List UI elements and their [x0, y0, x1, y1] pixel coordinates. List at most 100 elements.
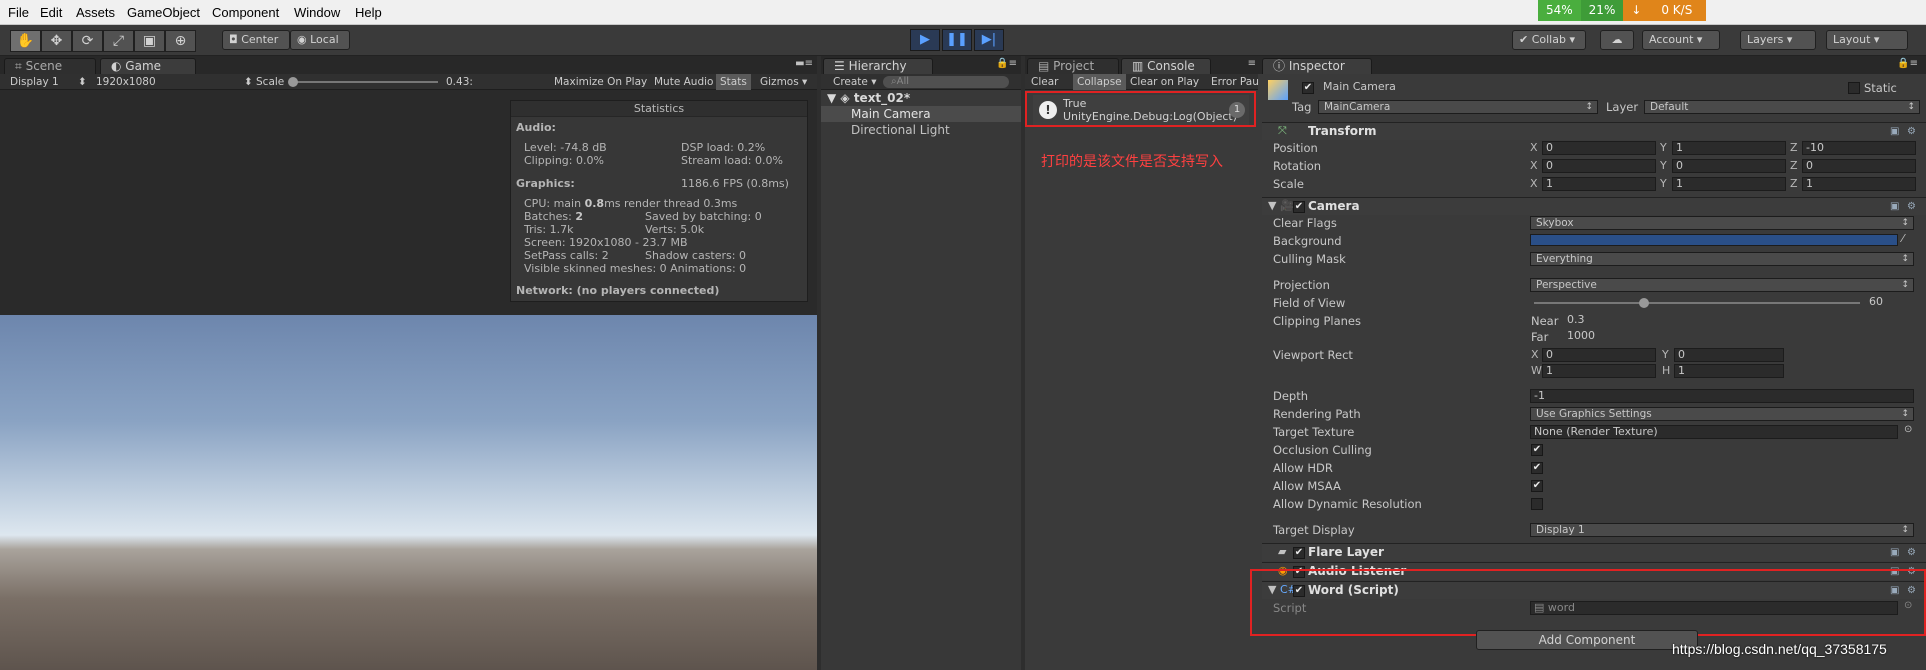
background-color-swatch[interactable]: [1530, 234, 1898, 246]
layers-button[interactable]: Layers ▾: [1740, 30, 1816, 50]
help-icon[interactable]: ▣: [1890, 547, 1901, 558]
hierarchy-item-directional-light[interactable]: Directional Light: [851, 123, 950, 137]
add-component-button[interactable]: Add Component: [1476, 630, 1698, 650]
pivot-center-button[interactable]: ◘ Center: [222, 30, 290, 50]
tab-game[interactable]: ◐ Game: [100, 58, 196, 74]
scale-z-input[interactable]: 1: [1802, 177, 1916, 191]
rotation-x-input[interactable]: 0: [1542, 159, 1656, 173]
far-input[interactable]: 1000: [1564, 330, 1914, 344]
game-viewport[interactable]: [0, 315, 817, 670]
scale-slider-handle[interactable]: [288, 77, 298, 87]
camera-enabled-checkbox[interactable]: ✔: [1293, 201, 1305, 213]
play-button[interactable]: ▶: [910, 29, 940, 51]
target-display-dropdown[interactable]: Display 1: [1530, 523, 1914, 537]
settings-gear-icon[interactable]: ⚙: [1907, 201, 1918, 212]
static-checkbox[interactable]: [1848, 82, 1860, 94]
menu-gameobject[interactable]: GameObject: [127, 5, 200, 20]
console-collapse-button[interactable]: Collapse: [1073, 74, 1126, 90]
panel-menu-icon[interactable]: ▬≡: [795, 58, 813, 69]
settings-gear-icon[interactable]: ⚙: [1907, 126, 1918, 137]
scale-icon[interactable]: ⤢: [103, 30, 134, 52]
viewport-y-input[interactable]: 0: [1674, 348, 1784, 362]
occlusion-culling-checkbox[interactable]: ✔: [1531, 444, 1543, 456]
gizmos-toggle[interactable]: Gizmos: [756, 74, 803, 90]
position-x-input[interactable]: 0: [1542, 141, 1656, 155]
scale-slider[interactable]: [288, 77, 438, 87]
allow-msaa-checkbox[interactable]: ✔: [1531, 480, 1543, 492]
scale-x-input[interactable]: 1: [1542, 177, 1656, 191]
gizmos-arrow-icon[interactable]: ▾: [798, 74, 811, 90]
create-button[interactable]: Create ▾: [829, 74, 881, 90]
menu-assets[interactable]: Assets: [76, 5, 115, 20]
position-y-input[interactable]: 1: [1672, 141, 1786, 155]
scene-root[interactable]: ▼ ◈ text_02*: [827, 91, 910, 105]
allow-hdr-checkbox[interactable]: ✔: [1531, 462, 1543, 474]
step-button[interactable]: ▶|: [974, 29, 1004, 51]
object-picker-icon[interactable]: ⊙: [1904, 424, 1912, 435]
console-clear-button[interactable]: Clear: [1027, 74, 1062, 90]
mute-audio-toggle[interactable]: Mute Audio: [650, 74, 717, 90]
transform-header[interactable]: ⤧ Transform ▣ ⚙: [1262, 122, 1926, 140]
depth-input[interactable]: -1: [1530, 389, 1914, 403]
rendering-path-dropdown[interactable]: Use Graphics Settings: [1530, 407, 1914, 421]
camera-foldout-icon[interactable]: ▼: [1268, 199, 1276, 212]
display-select[interactable]: Display 1: [6, 74, 63, 90]
rotate-icon[interactable]: ⟳: [72, 30, 103, 52]
allow-dynamic-resolution-checkbox[interactable]: [1531, 498, 1543, 510]
viewport-h-input[interactable]: 1: [1674, 364, 1784, 378]
account-button[interactable]: Account ▾: [1642, 30, 1720, 50]
target-texture-field[interactable]: None (Render Texture): [1530, 425, 1898, 439]
help-icon[interactable]: ▣: [1890, 126, 1901, 137]
clear-flags-dropdown[interactable]: Skybox: [1530, 216, 1914, 230]
flare-layer-checkbox[interactable]: ✔: [1293, 547, 1305, 559]
hierarchy-item-main-camera[interactable]: Main Camera: [851, 107, 931, 121]
stats-toggle[interactable]: Stats: [716, 74, 751, 90]
console-error-pause-button[interactable]: Error Pau: [1207, 74, 1263, 90]
gameobject-active-checkbox[interactable]: ✔: [1302, 82, 1314, 94]
layer-dropdown[interactable]: Default: [1644, 100, 1920, 114]
menu-file[interactable]: File: [8, 5, 29, 20]
settings-gear-icon[interactable]: ⚙: [1907, 547, 1918, 558]
fov-slider[interactable]: [1534, 298, 1860, 308]
gameobject-name-input[interactable]: Main Camera: [1320, 81, 1790, 95]
hierarchy-search-input[interactable]: ⌕All: [883, 76, 1009, 88]
flare-layer-header[interactable]: ▰ ✔ Flare Layer ▣ ⚙: [1262, 543, 1926, 561]
cloud-icon[interactable]: ☁: [1600, 30, 1634, 50]
transform-icon[interactable]: ⊕: [165, 30, 196, 52]
help-icon[interactable]: ▣: [1890, 201, 1901, 212]
rotation-z-input[interactable]: 0: [1802, 159, 1916, 173]
inspector-lock-icon[interactable]: 🔒≡: [1897, 58, 1918, 69]
pivot-local-button[interactable]: ◉ Local: [290, 30, 350, 50]
menu-component[interactable]: Component: [212, 5, 279, 20]
resolution-select[interactable]: 1920x1080: [92, 74, 160, 90]
near-input[interactable]: 0.3: [1564, 314, 1914, 328]
move-icon[interactable]: ✥: [41, 30, 72, 52]
layout-button[interactable]: Layout ▾: [1826, 30, 1908, 50]
fov-input[interactable]: 60: [1866, 296, 1914, 310]
tab-console[interactable]: ▥ Console: [1121, 58, 1211, 74]
maximize-on-play-toggle[interactable]: Maximize On Play: [550, 74, 651, 90]
console-menu-icon[interactable]: ≡: [1248, 58, 1256, 69]
hand-icon[interactable]: ✋: [10, 30, 41, 52]
culling-mask-dropdown[interactable]: Everything: [1530, 252, 1914, 266]
console-clear-on-play-button[interactable]: Clear on Play: [1126, 74, 1203, 90]
rect-icon[interactable]: ▣: [134, 30, 165, 52]
menu-help[interactable]: Help: [355, 5, 382, 20]
eyedropper-icon[interactable]: ⁄: [1902, 232, 1904, 245]
viewport-w-input[interactable]: 1: [1542, 364, 1656, 378]
fov-slider-handle[interactable]: [1639, 298, 1649, 308]
tab-hierarchy[interactable]: ☰ Hierarchy: [823, 58, 933, 74]
viewport-x-input[interactable]: 0: [1542, 348, 1656, 362]
position-z-input[interactable]: -10: [1802, 141, 1916, 155]
scale-y-input[interactable]: 1: [1672, 177, 1786, 191]
rotation-y-input[interactable]: 0: [1672, 159, 1786, 173]
tab-scene[interactable]: ⌗ Scene: [4, 58, 96, 74]
menu-window[interactable]: Window: [294, 5, 340, 20]
pause-button[interactable]: ❚❚: [942, 29, 972, 51]
tab-inspector[interactable]: ⓘ Inspector: [1262, 58, 1372, 74]
menu-edit[interactable]: Edit: [40, 5, 62, 20]
projection-dropdown[interactable]: Perspective: [1530, 278, 1914, 292]
tag-dropdown[interactable]: MainCamera: [1318, 100, 1598, 114]
collab-button[interactable]: ✔ Collab ▾: [1512, 30, 1586, 50]
hierarchy-lock-icon[interactable]: 🔒≡: [996, 58, 1017, 69]
